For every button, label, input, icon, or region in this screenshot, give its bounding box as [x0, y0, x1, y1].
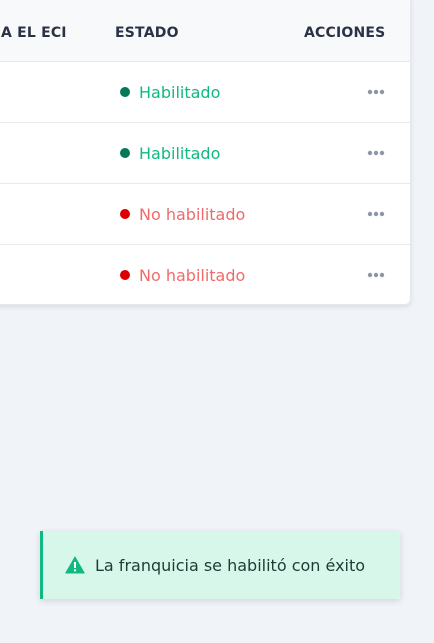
- warning-triangle-icon: [65, 556, 85, 574]
- status-dot: [120, 209, 130, 219]
- status-label: Habilitado: [139, 82, 221, 102]
- column-header-estado: ESTADO: [115, 25, 179, 41]
- table-header: A EL ECI ESTADO ACCIONES: [0, 0, 410, 62]
- more-horizontal-icon: [367, 211, 385, 217]
- status-dot: [120, 270, 130, 280]
- status-label: Habilitado: [139, 143, 221, 163]
- status-cell: Habilitado: [120, 62, 220, 122]
- table-row: Habilitado: [0, 62, 410, 123]
- status-cell: No habilitado: [120, 184, 245, 244]
- more-horizontal-icon: [367, 89, 385, 95]
- table-row: No habilitado: [0, 245, 410, 304]
- table-row: No habilitado: [0, 184, 410, 245]
- column-header-eci: A EL ECI: [1, 25, 67, 41]
- toast-message: La franquicia se habilitó con éxito: [95, 555, 366, 575]
- row-actions-button[interactable]: [367, 272, 385, 278]
- status-cell: No habilitado: [120, 245, 246, 304]
- status-dot: [120, 148, 130, 158]
- row-actions-button[interactable]: [367, 150, 385, 156]
- more-horizontal-icon: [367, 272, 385, 278]
- status-cell: Habilitado: [120, 123, 220, 183]
- table-row: Habilitado: [0, 123, 410, 184]
- success-toast: La franquicia se habilitó con éxito: [40, 531, 400, 599]
- status-dot: [120, 87, 130, 97]
- row-actions-button[interactable]: [367, 89, 385, 95]
- franchises-table: A EL ECI ESTADO ACCIONES Habilitado Habi…: [0, 0, 411, 305]
- row-actions-button[interactable]: [367, 211, 385, 217]
- column-header-acciones: ACCIONES: [304, 25, 386, 41]
- status-label: No habilitado: [139, 265, 246, 285]
- more-horizontal-icon: [367, 150, 385, 156]
- status-label: No habilitado: [139, 204, 246, 224]
